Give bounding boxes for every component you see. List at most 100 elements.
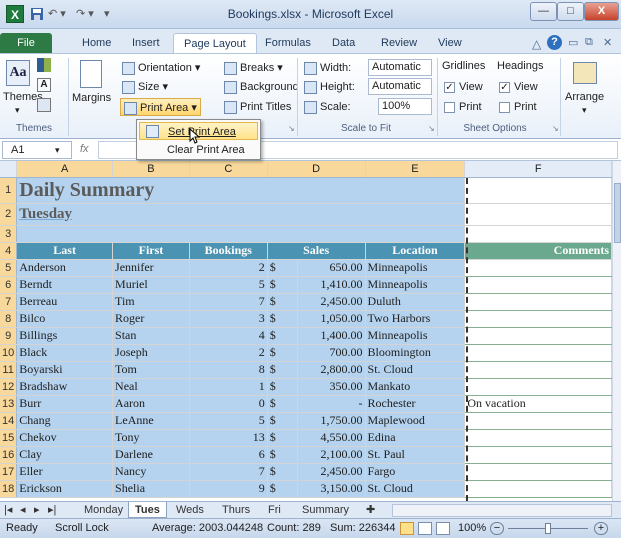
next-sheet-button[interactable]: ▸	[32, 502, 42, 518]
cell-bookings[interactable]: 7	[189, 293, 268, 311]
cell-bookings[interactable]: 2	[189, 259, 268, 277]
cell-currency[interactable]: $	[267, 429, 298, 447]
cell-last[interactable]: Chang	[16, 412, 114, 430]
headings-print-checkbox[interactable]: Print	[499, 98, 537, 116]
row-header[interactable]: 15	[0, 429, 18, 447]
margins-button[interactable]: Margins	[72, 92, 111, 104]
themes-dropdown-arrow[interactable]: ▾	[15, 105, 20, 116]
close-button[interactable]: X	[584, 2, 619, 21]
cell-comments[interactable]	[464, 480, 612, 498]
cell[interactable]	[16, 225, 466, 243]
cell-currency[interactable]: $	[267, 344, 298, 362]
vertical-scrollbar[interactable]	[612, 161, 621, 501]
first-sheet-button[interactable]: |◂	[2, 502, 14, 518]
cell-bookings[interactable]: 5	[189, 276, 268, 294]
cell-last[interactable]: Clay	[16, 446, 114, 464]
cell-first[interactable]: Roger	[112, 310, 190, 328]
minimize-ribbon-icon[interactable]: △	[532, 37, 541, 51]
cell-first[interactable]: LeAnne	[112, 412, 190, 430]
tab-review[interactable]: Review	[371, 33, 427, 53]
row-header[interactable]: 16	[0, 446, 18, 464]
cell-sales[interactable]: 1,750.00	[297, 412, 366, 430]
tab-home[interactable]: Home	[72, 33, 121, 53]
select-all-corner[interactable]	[0, 161, 18, 178]
row-header[interactable]: 10	[0, 344, 18, 362]
cell-currency[interactable]: $	[267, 378, 298, 396]
cell-last[interactable]: Black	[16, 344, 114, 362]
sheet-tab-thurs[interactable]: Thurs	[216, 502, 256, 518]
cell-last[interactable]: Chekov	[16, 429, 114, 447]
cell-bookings[interactable]: 6	[189, 446, 268, 464]
headings-view-checkbox[interactable]: ✓ View	[499, 78, 538, 96]
cell-sales[interactable]: 3,150.00	[297, 480, 366, 498]
gridlines-print-checkbox[interactable]: Print	[444, 98, 482, 116]
tab-insert[interactable]: Insert	[122, 33, 170, 53]
cell-sales[interactable]: 1,050.00	[297, 310, 366, 328]
zoom-in-button[interactable]: +	[594, 522, 608, 535]
row-header[interactable]: 4	[0, 242, 18, 260]
cell-first[interactable]: Shelia	[112, 480, 190, 498]
header-location[interactable]: Location	[365, 242, 466, 260]
normal-view-icon[interactable]	[400, 522, 414, 535]
scale-to-fit-launcher-icon[interactable]: ↘	[428, 124, 435, 133]
tab-formulas[interactable]: Formulas	[255, 33, 321, 53]
cell-currency[interactable]: $	[267, 446, 298, 464]
header-bookings[interactable]: Bookings	[189, 242, 268, 260]
cell-comments[interactable]	[464, 327, 612, 345]
cell-currency[interactable]: $	[267, 310, 298, 328]
cell-comments[interactable]	[464, 310, 612, 328]
cell-location[interactable]: St. Paul	[365, 446, 466, 464]
last-sheet-button[interactable]: ▸|	[46, 502, 58, 518]
size-button[interactable]: Size ▾	[122, 78, 168, 96]
cell-first[interactable]: Stan	[112, 327, 190, 345]
workbook-close-icon[interactable]: ✕	[603, 36, 612, 49]
zoom-level[interactable]: 100%	[458, 519, 486, 538]
row-header[interactable]: 7	[0, 293, 18, 311]
cell-currency[interactable]: $	[267, 293, 298, 311]
row-header[interactable]: 18	[0, 480, 18, 498]
header-first[interactable]: First	[112, 242, 190, 260]
sheet-tab-fri[interactable]: Fri	[262, 502, 287, 518]
insert-sheet-icon[interactable]: ✚	[360, 502, 381, 518]
column-header-e[interactable]: E	[365, 161, 466, 178]
cell[interactable]	[464, 177, 612, 204]
cell-sales[interactable]: 4,550.00	[297, 429, 366, 447]
cell-first[interactable]: Joseph	[112, 344, 190, 362]
cell-first[interactable]: Muriel	[112, 276, 190, 294]
cell-bookings[interactable]: 0	[189, 395, 268, 413]
page-setup-launcher-icon[interactable]: ↘	[288, 124, 295, 133]
page-layout-view-icon[interactable]	[418, 522, 432, 535]
column-header-d[interactable]: D	[267, 161, 366, 178]
row-header[interactable]: 13	[0, 395, 18, 413]
sheet-tab-monday[interactable]: Monday	[78, 502, 129, 518]
cell-location[interactable]: St. Cloud	[365, 480, 466, 498]
name-box[interactable]: A1 ▾	[2, 141, 72, 159]
theme-effects-icon[interactable]	[37, 98, 51, 112]
sheet-subtitle-cell[interactable]: Tuesday	[16, 203, 466, 226]
cell-last[interactable]: Bilco	[16, 310, 114, 328]
cell-location[interactable]: Edina	[365, 429, 466, 447]
cell-location[interactable]: Duluth	[365, 293, 466, 311]
cell-sales[interactable]: 650.00	[297, 259, 366, 277]
cell-currency[interactable]: $	[267, 412, 298, 430]
cell-currency[interactable]: $	[267, 259, 298, 277]
cell-sales[interactable]: -	[297, 395, 366, 413]
orientation-button[interactable]: Orientation ▾	[122, 59, 200, 77]
arrange-button[interactable]: Arrange	[565, 91, 604, 103]
cell-location[interactable]: Rochester	[365, 395, 466, 413]
themes-icon[interactable]: Aa	[6, 60, 30, 86]
cell-bookings[interactable]: 13	[189, 429, 268, 447]
row-header[interactable]: 1	[0, 177, 18, 204]
cell-bookings[interactable]: 8	[189, 361, 268, 379]
cell-currency[interactable]: $	[267, 463, 298, 481]
width-select[interactable]: Automatic	[368, 59, 432, 76]
sheet-tab-tues[interactable]: Tues	[128, 502, 167, 518]
cell-location[interactable]: Maplewood	[365, 412, 466, 430]
height-select[interactable]: Automatic	[368, 78, 432, 95]
cell-location[interactable]: Minneapolis	[365, 327, 466, 345]
row-header[interactable]: 3	[0, 225, 18, 243]
cell-last[interactable]: Eller	[16, 463, 114, 481]
cell-location[interactable]: Minneapolis	[365, 276, 466, 294]
cell-first[interactable]: Tony	[112, 429, 190, 447]
cell-location[interactable]: Minneapolis	[365, 259, 466, 277]
